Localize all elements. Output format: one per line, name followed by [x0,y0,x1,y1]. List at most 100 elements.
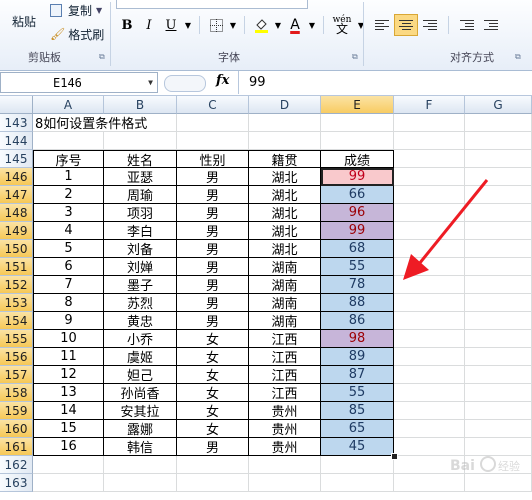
table-cell[interactable]: 女 [177,420,249,438]
cell[interactable] [465,330,532,348]
table-cell[interactable]: 湖南 [249,312,321,330]
table-cell[interactable]: 湖北 [249,240,321,258]
fill-color-dropdown-icon[interactable]: ▼ [272,21,284,30]
table-cell[interactable]: 6 [33,258,104,276]
chevron-down-icon[interactable]: ▼ [148,78,153,87]
table-cell[interactable]: 女 [177,366,249,384]
cell[interactable] [394,132,465,150]
table-cell[interactable]: 刘备 [104,240,177,258]
table-cell[interactable]: 韩信 [104,438,177,456]
row-header[interactable]: 158 [0,384,33,402]
score-cell[interactable]: 85 [321,402,394,420]
table-cell[interactable]: 男 [177,438,249,456]
score-cell[interactable]: 99 [321,222,394,240]
cell[interactable] [465,132,532,150]
column-header-a[interactable]: A [33,96,104,114]
column-header-b[interactable]: B [104,96,177,114]
column-header-d[interactable]: D [249,96,321,114]
cell[interactable] [465,114,532,132]
cell[interactable] [321,456,394,474]
table-cell[interactable]: 周瑜 [104,186,177,204]
cell[interactable] [394,420,465,438]
cell[interactable] [104,456,177,474]
table-cell[interactable]: 4 [33,222,104,240]
select-all-corner[interactable] [0,96,33,114]
cell[interactable] [249,114,321,132]
column-header-e[interactable]: E [321,96,394,114]
table-cell[interactable]: 5 [33,240,104,258]
cell[interactable] [33,456,104,474]
align-right-button[interactable] [418,14,442,36]
table-header[interactable]: 成绩 [321,150,394,169]
cell[interactable] [177,474,249,492]
table-cell[interactable]: 16 [33,438,104,456]
italic-button[interactable]: I [138,15,160,35]
row-header[interactable]: 163 [0,474,33,492]
score-cell[interactable]: 98 [321,330,394,348]
row-header[interactable]: 145 [0,150,33,168]
table-cell[interactable]: 1 [33,168,104,186]
score-cell[interactable]: 88 [321,294,394,312]
score-cell[interactable]: 55 [321,384,394,402]
row-header[interactable]: 149 [0,222,33,240]
table-cell[interactable]: 江西 [249,348,321,366]
table-cell[interactable]: 男 [177,204,249,222]
table-cell[interactable]: 湖北 [249,168,321,186]
score-cell[interactable]: 87 [321,366,394,384]
table-cell[interactable]: 女 [177,384,249,402]
table-cell[interactable]: 安其拉 [104,402,177,420]
cell[interactable] [465,420,532,438]
copy-button[interactable]: 复制 ▼ [50,0,102,20]
table-cell[interactable]: 13 [33,384,104,402]
font-color-icon[interactable]: A [284,15,306,35]
cell[interactable] [394,294,465,312]
paste-button[interactable]: 粘贴 [6,6,42,36]
score-cell[interactable]: 65 [321,420,394,438]
font-name-box[interactable] [116,0,308,9]
row-header[interactable]: 154 [0,312,33,330]
row-header[interactable]: 160 [0,420,33,438]
score-cell[interactable]: 96 [321,204,394,222]
table-cell[interactable]: 男 [177,312,249,330]
row-header[interactable]: 147 [0,186,33,204]
cell[interactable] [465,294,532,312]
score-cell[interactable]: 45 [321,438,394,456]
table-cell[interactable]: 14 [33,402,104,420]
cell[interactable] [465,150,532,168]
table-cell[interactable]: 湖北 [249,222,321,240]
phonetic-dropdown-icon[interactable]: ▼ [355,21,367,30]
table-cell[interactable]: 15 [33,420,104,438]
font-color-dropdown-icon[interactable]: ▼ [306,21,318,30]
row-header[interactable]: 159 [0,402,33,420]
cell[interactable] [465,384,532,402]
align-left-button[interactable] [370,14,394,36]
row-header[interactable]: 151 [0,258,33,276]
table-cell[interactable]: 9 [33,312,104,330]
borders-dropdown-icon[interactable]: ▼ [227,21,239,30]
table-cell[interactable]: 江西 [249,330,321,348]
table-header[interactable]: 姓名 [104,150,177,169]
row-header[interactable]: 156 [0,348,33,366]
formula-input[interactable]: 99 [238,71,532,94]
row-header[interactable]: 155 [0,330,33,348]
cell[interactable] [177,456,249,474]
fill-handle[interactable] [391,453,398,460]
cell[interactable] [394,366,465,384]
bold-button[interactable]: B [116,15,138,35]
table-cell[interactable]: 湖南 [249,258,321,276]
cell[interactable] [394,312,465,330]
table-cell[interactable]: 小乔 [104,330,177,348]
score-cell[interactable]: 78 [321,276,394,294]
table-cell[interactable]: 7 [33,276,104,294]
cell[interactable] [33,132,104,150]
cell[interactable] [104,474,177,492]
active-cell[interactable]: 99 [321,168,394,186]
table-cell[interactable]: 湖北 [249,204,321,222]
table-cell[interactable]: 孙尚香 [104,384,177,402]
cell[interactable] [394,114,465,132]
increase-indent-icon[interactable] [479,14,503,36]
cell[interactable] [394,384,465,402]
row-header[interactable]: 146 [0,168,33,186]
score-cell[interactable]: 86 [321,312,394,330]
cell[interactable] [394,348,465,366]
